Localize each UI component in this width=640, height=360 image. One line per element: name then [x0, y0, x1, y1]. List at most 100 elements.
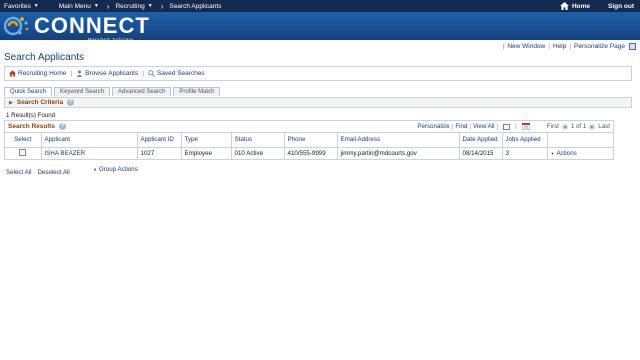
applicant-id-cell: 1027: [137, 147, 182, 159]
connect-logo: CONNECT: [4, 14, 150, 38]
view-all-link[interactable]: View All: [473, 123, 495, 130]
home-link[interactable]: Home: [559, 2, 590, 10]
search-criteria-section[interactable]: ▶ Search Criteria ?: [4, 97, 632, 108]
utility-links: | New Window | Help | Personalize Page: [500, 43, 636, 50]
table-row: ISHA BEAZER 1027 Employee 010 Active 410…: [5, 147, 613, 159]
page-range: 1 of 1: [570, 123, 587, 130]
browse-applicants-link[interactable]: Browse Applicants: [76, 70, 138, 77]
main-menu-label: Main Menu: [58, 2, 91, 10]
search-criteria-label: Search Criteria: [16, 99, 64, 106]
header-banner: CONNECT Maryland Judiciary: [0, 12, 640, 42]
column-header-applicant[interactable]: Applicant: [41, 133, 138, 148]
breadcrumb-recruiting-label: Recruiting: [115, 2, 145, 10]
column-header-date-applied[interactable]: Date Applied: [459, 133, 503, 148]
selection-links: Select All Deselect All: [6, 169, 76, 176]
tab-keyword-search[interactable]: Keyword Search: [54, 87, 111, 96]
tab-advanced-search[interactable]: Advanced Search: [112, 87, 172, 96]
deselect-all-link[interactable]: Deselect All: [37, 169, 69, 176]
new-window-link[interactable]: New Window: [507, 43, 545, 50]
saved-searches-link[interactable]: Saved Searches: [148, 70, 205, 77]
divider: |: [502, 43, 505, 50]
saved-search-icon: [148, 70, 155, 77]
select-cell: [5, 147, 42, 159]
search-results-grid: Search Results ? Personalize | Find | Vi…: [4, 120, 614, 160]
main-menu[interactable]: Main Menu ▼: [59, 3, 99, 10]
column-header-status[interactable]: Status: [231, 133, 285, 148]
column-header-applicant-id[interactable]: Applicant ID: [137, 133, 182, 148]
status-cell: 010 Active: [231, 147, 285, 159]
actions-label: Actions: [556, 149, 577, 157]
column-header-type[interactable]: Type: [181, 133, 232, 148]
favorites-menu[interactable]: Favorites ▼: [4, 3, 39, 10]
chevron-down-icon: ▼: [93, 3, 99, 9]
help-icon[interactable]: ?: [58, 123, 66, 130]
help-link[interactable]: Help: [553, 43, 566, 50]
type-cell: Employee: [181, 147, 232, 159]
select-all-link[interactable]: Select All: [6, 169, 31, 176]
group-actions-menu[interactable]: ▼ Group Actions: [93, 166, 138, 173]
personalize-page-link[interactable]: Personalize Page: [574, 43, 625, 50]
download-icon[interactable]: [521, 123, 530, 130]
recruiting-toolbar: Recruiting Home | Browse Applicants | Sa…: [4, 66, 632, 81]
results-count: 1 Result(s) Found: [6, 112, 56, 119]
home-icon: [559, 2, 569, 10]
column-header-jobs-applied[interactable]: Jobs Applied: [502, 133, 548, 148]
group-actions-label: Group Actions: [98, 166, 138, 173]
expand-arrow-icon[interactable]: ▶: [9, 100, 13, 106]
logo-text: CONNECT: [34, 13, 150, 38]
grid-title-label: Search Results: [8, 123, 55, 130]
breadcrumb-separator-icon: ›: [160, 1, 164, 11]
chevron-down-icon: ▼: [550, 150, 555, 156]
grid-header: Search Results ? Personalize | Find | Vi…: [5, 121, 613, 133]
favorites-label: Favorites: [4, 2, 31, 10]
divider: |: [469, 123, 471, 130]
column-header-select: Select: [5, 133, 42, 148]
column-header-actions: [547, 133, 613, 148]
divider: |: [70, 70, 73, 77]
page-title: Search Applicants: [4, 52, 85, 63]
breadcrumb-recruiting[interactable]: Recruiting ▼: [115, 3, 152, 10]
page-options-icon[interactable]: [629, 43, 636, 50]
top-nav-bar: Favorites ▼ Main Menu ▼ › Recruiting ▼ ›…: [0, 0, 640, 12]
first-label: First: [546, 123, 559, 130]
recruiting-home-label: Recruiting Home: [18, 70, 67, 77]
recruiting-home-link[interactable]: Recruiting Home: [9, 70, 66, 77]
last-label: Last: [598, 123, 610, 130]
home-label: Home: [571, 2, 590, 10]
grid-navigation: Personalize | Find | View All | | First …: [417, 123, 610, 130]
select-checkbox[interactable]: [19, 148, 27, 156]
find-link[interactable]: Find: [455, 123, 467, 130]
chevron-down-icon: ▼: [33, 3, 39, 9]
chevron-down-icon: ▼: [147, 3, 153, 9]
actions-menu[interactable]: ▼ Actions: [547, 147, 613, 159]
home-icon: [9, 70, 16, 77]
divider: |: [548, 43, 550, 50]
divider: |: [515, 123, 517, 130]
jobs-applied-cell: 3: [502, 147, 548, 159]
column-header-phone[interactable]: Phone: [284, 133, 338, 148]
breadcrumb-current-label: Search Applicants: [169, 2, 222, 10]
browse-applicants-label: Browse Applicants: [85, 70, 139, 77]
table-header-row: Select Applicant Applicant ID Type Statu…: [5, 133, 613, 148]
sign-out-link[interactable]: Sign out: [608, 3, 634, 10]
date-applied-cell: 08/14/2015: [459, 147, 503, 159]
search-tabs: Quick Search Keyword Search Advanced Sea…: [4, 87, 222, 96]
logo-mark-icon: [4, 16, 29, 36]
breadcrumb-current: Search Applicants: [169, 3, 221, 10]
personalize-link[interactable]: Personalize: [417, 123, 449, 130]
results-table: Select Applicant Applicant ID Type Statu…: [5, 133, 613, 159]
next-arrow-icon[interactable]: ▶: [589, 123, 596, 130]
phone-cell: 410/555-9999: [284, 147, 338, 159]
zoom-grid-icon[interactable]: [503, 123, 511, 130]
grid-title: Search Results ?: [8, 123, 66, 130]
tab-profile-match[interactable]: Profile Match: [173, 87, 221, 96]
previous-arrow-icon[interactable]: ◀: [561, 123, 568, 130]
tab-quick-search[interactable]: Quick Search: [4, 87, 53, 96]
breadcrumb-separator-icon: ›: [106, 1, 110, 11]
help-icon[interactable]: ?: [67, 99, 75, 106]
column-header-email[interactable]: Email Address: [337, 133, 460, 148]
divider: |: [496, 123, 499, 130]
person-icon: [77, 70, 83, 77]
email-cell: jimmy.partin@mdcourts.gov: [337, 147, 460, 159]
applicant-name-link[interactable]: ISHA BEAZER: [41, 147, 138, 159]
